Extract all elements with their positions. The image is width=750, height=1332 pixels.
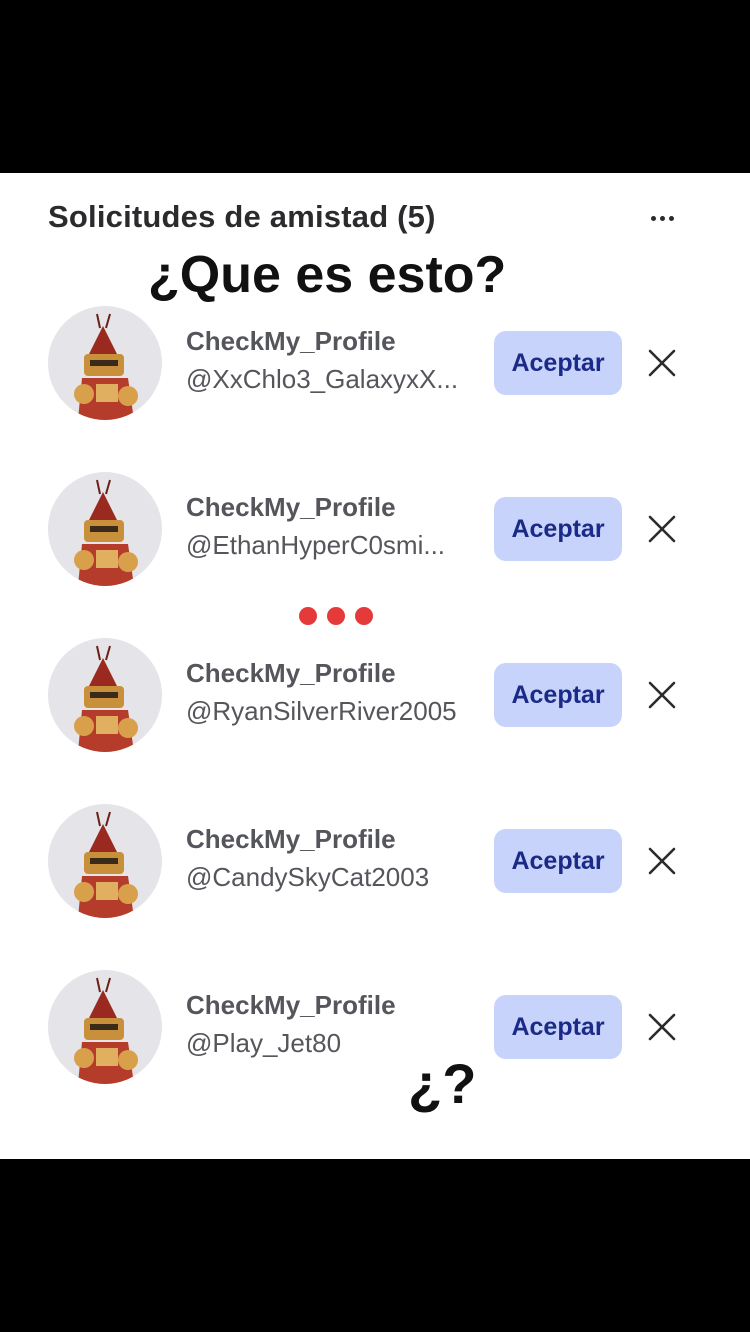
avatar-figure-icon bbox=[74, 977, 138, 1084]
close-icon[interactable] bbox=[646, 513, 678, 545]
red-dot bbox=[355, 607, 373, 625]
accept-button[interactable]: Aceptar bbox=[494, 497, 622, 561]
username: @CandySkyCat2003 bbox=[186, 862, 430, 892]
friend-request-row: CheckMy_Profile @RyanSilverRiver2005 Ace… bbox=[0, 638, 750, 754]
friend-request-row: CheckMy_Profile @CandySkyCat2003 Aceptar bbox=[0, 804, 750, 920]
friend-request-row: CheckMy_Profile @XxChlo3_GalaxyxX... Ace… bbox=[0, 306, 750, 422]
accept-button[interactable]: Aceptar bbox=[494, 995, 622, 1059]
close-icon[interactable] bbox=[646, 347, 678, 379]
username: @EthanHyperC0smi... bbox=[186, 530, 446, 560]
close-icon[interactable] bbox=[646, 679, 678, 711]
red-dot bbox=[299, 607, 317, 625]
avatar[interactable] bbox=[48, 472, 162, 586]
more-dot bbox=[668, 215, 674, 221]
avatar-figure-icon bbox=[74, 811, 138, 918]
friend-requests-panel: Solicitudes de amistad (5) ¿Que es esto?… bbox=[0, 173, 750, 1159]
avatar[interactable] bbox=[48, 638, 162, 752]
page-title: Solicitudes de amistad (5) bbox=[48, 199, 436, 234]
close-icon[interactable] bbox=[646, 845, 678, 877]
display-name[interactable]: CheckMy_Profile bbox=[186, 824, 396, 855]
display-name[interactable]: CheckMy_Profile bbox=[186, 990, 396, 1021]
close-icon[interactable] bbox=[646, 1011, 678, 1043]
username: @XxChlo3_GalaxyxX... bbox=[186, 364, 459, 394]
username: @RyanSilverRiver2005 bbox=[186, 696, 457, 726]
friend-request-row: CheckMy_Profile @EthanHyperC0smi... Acep… bbox=[0, 472, 750, 588]
display-name[interactable]: CheckMy_Profile bbox=[186, 326, 396, 357]
username: @Play_Jet80 bbox=[186, 1028, 342, 1058]
display-name[interactable]: CheckMy_Profile bbox=[186, 658, 396, 689]
red-dots-overlay bbox=[299, 607, 373, 625]
avatar[interactable] bbox=[48, 804, 162, 918]
accept-button[interactable]: Aceptar bbox=[494, 331, 622, 395]
overlay-question-mark: ¿? bbox=[408, 1052, 477, 1115]
accept-button[interactable]: Aceptar bbox=[494, 663, 622, 727]
avatar-figure-icon bbox=[74, 479, 138, 586]
avatar[interactable] bbox=[48, 970, 162, 1084]
accept-button[interactable]: Aceptar bbox=[494, 829, 622, 893]
avatar[interactable] bbox=[48, 306, 162, 420]
avatar-figure-icon bbox=[74, 313, 138, 420]
overlay-caption: ¿Que es esto? bbox=[148, 246, 507, 304]
more-dot bbox=[650, 215, 656, 221]
friend-request-row: CheckMy_Profile @Play_Jet80 Aceptar bbox=[0, 970, 750, 1086]
red-dot bbox=[327, 607, 345, 625]
display-name[interactable]: CheckMy_Profile bbox=[186, 492, 396, 523]
avatar-figure-icon bbox=[74, 645, 138, 752]
more-options-icon[interactable] bbox=[640, 203, 684, 233]
more-dot bbox=[659, 215, 665, 221]
